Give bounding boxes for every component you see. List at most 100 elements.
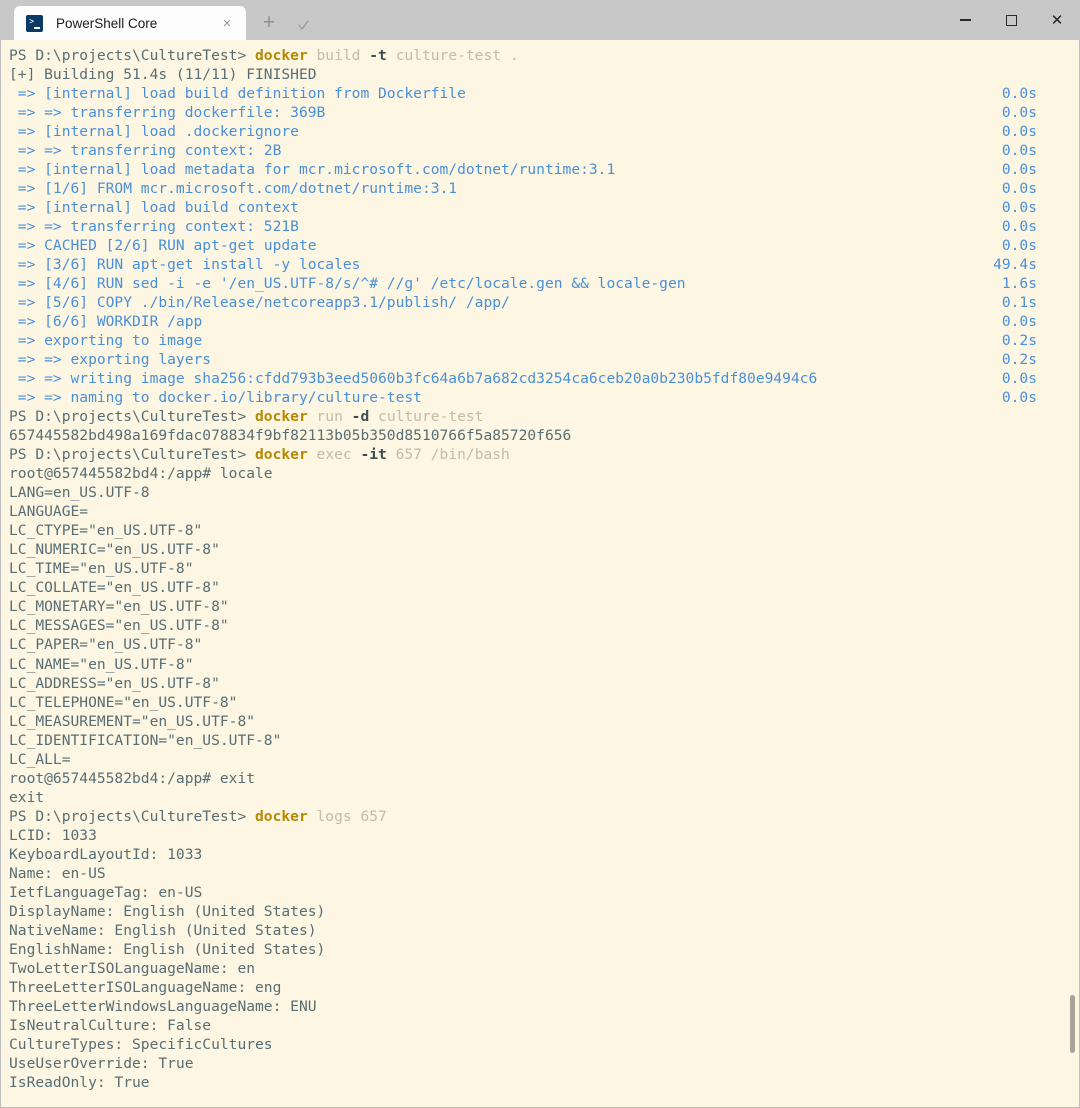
build-step-duration: 0.0s bbox=[1001, 85, 1037, 103]
terminal-line-build-header: [+] Building 51.4s (11/11) FINISHED bbox=[9, 65, 1079, 84]
build-step-text: => [internal] load .dockerignore bbox=[9, 123, 299, 141]
chevron-down-icon[interactable] bbox=[286, 6, 320, 40]
output-text: ThreeLetterISOLanguageName: eng bbox=[9, 978, 282, 996]
terminal-line-cmd-docker-logs: PS D:\projects\CultureTest> docker logs … bbox=[9, 807, 1079, 826]
terminal-line-step-13: => [6/6] WORKDIR /app 0.0s bbox=[9, 312, 1079, 331]
terminal-line-out-threeletterwindows: ThreeLetterWindowsLanguageName: ENU bbox=[9, 997, 1079, 1016]
build-step-duration: 0.2s bbox=[1001, 332, 1037, 350]
terminal-line-locale-telephone: LC_TELEPHONE="en_US.UTF-8" bbox=[9, 693, 1079, 712]
output-text: exit bbox=[9, 788, 45, 806]
terminal-output[interactable]: PS D:\projects\CultureTest> docker build… bbox=[0, 40, 1080, 1108]
terminal-line-cmd-exit: root@657445582bd4:/app# exit bbox=[9, 769, 1079, 788]
output-text: IsNeutralCulture: False bbox=[9, 1016, 212, 1034]
terminal-line-step-5: => [internal] load metadata for mcr.micr… bbox=[9, 160, 1079, 179]
terminal-line-out-useuseroverride: UseUserOverride: True bbox=[9, 1054, 1079, 1073]
terminal-line-out-isreadonly: IsReadOnly: True bbox=[9, 1073, 1079, 1092]
build-step-text: => => writing image sha256:cfdd793b3eed5… bbox=[9, 370, 818, 388]
terminal-line-locale-monetary: LC_MONETARY="en_US.UTF-8" bbox=[9, 597, 1079, 616]
output-text: IsReadOnly: True bbox=[9, 1073, 150, 1091]
output-text: CultureTypes: SpecificCultures bbox=[9, 1035, 273, 1053]
output-text: root@657445582bd4:/app# locale bbox=[9, 465, 273, 483]
terminal-line-locale-all: LC_ALL= bbox=[9, 750, 1079, 769]
build-step-text: => => transferring context: 521B bbox=[9, 218, 299, 236]
output-text: IetfLanguageTag: en-US bbox=[9, 883, 203, 901]
command-keyword: docker bbox=[255, 446, 308, 464]
output-text: DisplayName: English (United States) bbox=[9, 902, 326, 920]
build-step-text: => CACHED [2/6] RUN apt-get update bbox=[9, 237, 317, 255]
command-argument: -d bbox=[342, 408, 370, 426]
output-text: LC_MEASUREMENT="en_US.UTF-8" bbox=[9, 712, 256, 730]
terminal-line-step-15: => => exporting layers 0.2s bbox=[9, 350, 1079, 369]
scrollbar-thumb[interactable] bbox=[1070, 995, 1075, 1053]
shell-prompt: PS D:\projects\CultureTest> bbox=[9, 807, 256, 825]
terminal-line-step-17: => => naming to docker.io/library/cultur… bbox=[9, 388, 1079, 407]
terminal-line-locale-language: LANGUAGE= bbox=[9, 502, 1079, 521]
output-text: LANGUAGE= bbox=[9, 503, 89, 521]
terminal-line-out-name: Name: en-US bbox=[9, 864, 1079, 883]
shell-prompt: PS D:\projects\CultureTest> bbox=[9, 47, 256, 64]
command-argument: exec bbox=[307, 446, 352, 464]
build-step-duration: 0.2s bbox=[1001, 351, 1037, 369]
maximize-button[interactable] bbox=[988, 0, 1034, 40]
output-text: LCID: 1033 bbox=[9, 826, 97, 844]
window-controls: ✕ bbox=[942, 0, 1080, 40]
output-text: LC_PAPER="en_US.UTF-8" bbox=[9, 636, 203, 654]
scrollbar[interactable] bbox=[1065, 0, 1079, 1108]
output-text: LC_NAME="en_US.UTF-8" bbox=[9, 655, 194, 673]
build-step-duration: 0.0s bbox=[1001, 104, 1037, 122]
close-tab-icon[interactable]: × bbox=[214, 10, 240, 36]
build-step-duration: 0.0s bbox=[1001, 180, 1037, 198]
build-step-text: => [3/6] RUN apt-get install -y locales bbox=[9, 256, 361, 274]
tab-powershell-core[interactable]: > PowerShell Core × bbox=[14, 6, 246, 40]
terminal-line-step-2: => => transferring dockerfile: 369B 0.0s bbox=[9, 103, 1079, 122]
build-step-text: => [1/6] FROM mcr.microsoft.com/dotnet/r… bbox=[9, 180, 458, 198]
terminal-line-locale-messages: LC_MESSAGES="en_US.UTF-8" bbox=[9, 616, 1079, 635]
output-text: LC_TELEPHONE="en_US.UTF-8" bbox=[9, 693, 238, 711]
output-text: 657445582bd498a169fdac078834f9bf82113b05… bbox=[9, 427, 572, 445]
terminal-line-out-isneutralculture: IsNeutralCulture: False bbox=[9, 1016, 1079, 1035]
command-argument: culture-test bbox=[386, 47, 502, 64]
terminal-line-step-11: => [4/6] RUN sed -i -e '/en_US.UTF-8/s/^… bbox=[9, 274, 1079, 293]
build-step-text: => [internal] load metadata for mcr.micr… bbox=[9, 161, 616, 179]
minimize-button[interactable] bbox=[942, 0, 988, 40]
terminal-line-exit-echo: exit bbox=[9, 788, 1079, 807]
terminal-line-cmd-docker-exec: PS D:\projects\CultureTest> docker exec … bbox=[9, 445, 1079, 464]
terminal-line-locale-paper: LC_PAPER="en_US.UTF-8" bbox=[9, 635, 1079, 654]
shell-prompt: PS D:\projects\CultureTest> bbox=[9, 408, 256, 426]
command-argument: run bbox=[307, 408, 343, 426]
output-text: LC_COLLATE="en_US.UTF-8" bbox=[9, 579, 220, 597]
command-argument: -it bbox=[351, 446, 387, 464]
build-step-duration: 0.0s bbox=[1001, 161, 1037, 179]
terminal-line-out-culturetypes: CultureTypes: SpecificCultures bbox=[9, 1035, 1079, 1054]
terminal-line-cmd-docker-build: PS D:\projects\CultureTest> docker build… bbox=[9, 46, 1079, 65]
terminal-line-step-1: => [internal] load build definition from… bbox=[9, 84, 1079, 103]
build-step-text: => [5/6] COPY ./bin/Release/netcoreapp3.… bbox=[9, 294, 510, 312]
terminal-line-out-displayname: DisplayName: English (United States) bbox=[9, 902, 1079, 921]
terminal-line-step-6: => [1/6] FROM mcr.microsoft.com/dotnet/r… bbox=[9, 179, 1079, 198]
terminal-line-locale-name: LC_NAME="en_US.UTF-8" bbox=[9, 655, 1079, 674]
terminal-line-container-id: 657445582bd498a169fdac078834f9bf82113b05… bbox=[9, 426, 1079, 445]
output-text: LC_IDENTIFICATION="en_US.UTF-8" bbox=[9, 731, 282, 749]
terminal-line-locale-time: LC_TIME="en_US.UTF-8" bbox=[9, 559, 1079, 578]
command-keyword: docker bbox=[255, 408, 308, 426]
command-keyword: docker bbox=[255, 47, 308, 64]
tab-title: PowerShell Core bbox=[56, 15, 158, 31]
terminal-line-out-nativename: NativeName: English (United States) bbox=[9, 921, 1079, 940]
terminal-line-locale-ctype: LC_CTYPE="en_US.UTF-8" bbox=[9, 521, 1079, 540]
output-text: root@657445582bd4:/app# exit bbox=[9, 769, 256, 787]
build-step-duration: 0.1s bbox=[1001, 294, 1037, 312]
terminal-line-step-12: => [5/6] COPY ./bin/Release/netcoreapp3.… bbox=[9, 293, 1079, 312]
terminal-line-locale-collate: LC_COLLATE="en_US.UTF-8" bbox=[9, 578, 1079, 597]
terminal-line-cmd-locale: root@657445582bd4:/app# locale bbox=[9, 464, 1079, 483]
terminal-window: > PowerShell Core × + ✕ PS D:\projects\C… bbox=[0, 0, 1080, 1108]
build-step-duration: 0.0s bbox=[1001, 313, 1037, 331]
terminal-line-out-threeletteriso: ThreeLetterISOLanguageName: eng bbox=[9, 978, 1079, 997]
output-text: LC_MONETARY="en_US.UTF-8" bbox=[9, 598, 229, 616]
new-tab-button[interactable]: + bbox=[252, 6, 286, 40]
build-step-text: => [6/6] WORKDIR /app bbox=[9, 313, 203, 331]
output-text: NativeName: English (United States) bbox=[9, 921, 317, 939]
output-text: KeyboardLayoutId: 1033 bbox=[9, 845, 203, 863]
command-argument: 657 bbox=[351, 807, 387, 825]
output-text: [+] Building 51.4s (11/11) FINISHED bbox=[9, 66, 317, 84]
build-step-duration: 0.0s bbox=[1001, 199, 1037, 217]
